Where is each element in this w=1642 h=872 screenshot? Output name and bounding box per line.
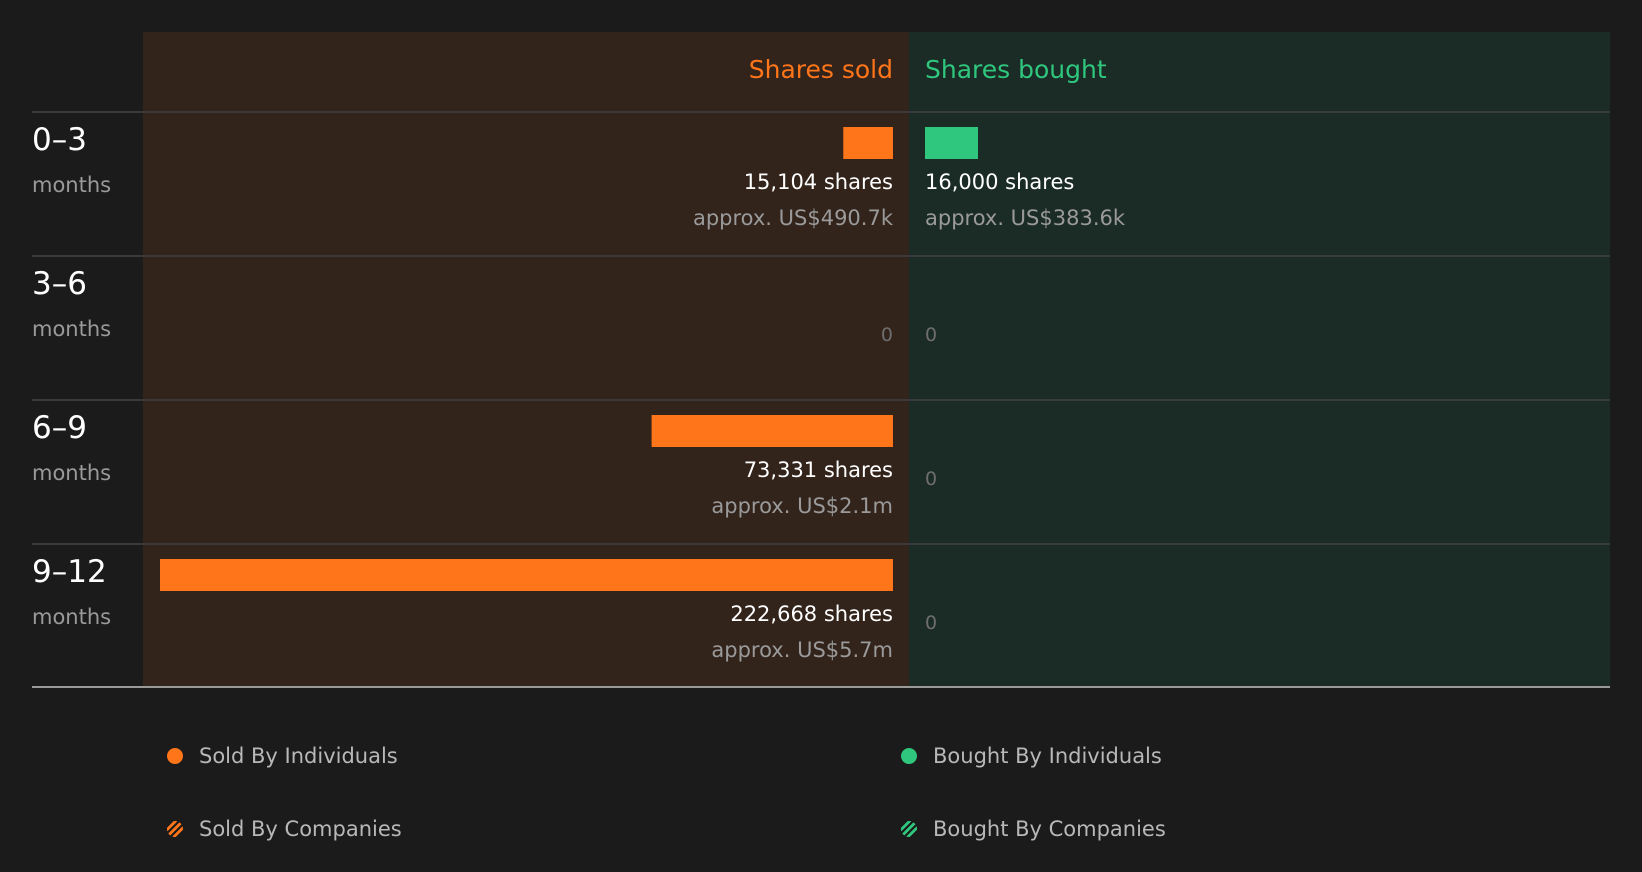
bought-shares-label: 16,000 shares [925,170,1074,194]
row-unit-label: months [32,605,111,629]
row-range-label: 0–3 [32,122,87,158]
bought-value-label: approx. US$383.6k [925,206,1126,230]
row-range-label: 6–9 [32,410,87,446]
bought-panel-bg [909,32,1610,686]
sold-value-label: approx. US$2.1m [711,494,893,518]
row-range-label: 3–6 [32,266,87,302]
sold-column-header: Shares sold [749,55,893,84]
bought-bar [925,127,978,159]
sold-value-label: approx. US$490.7k [693,206,894,230]
row-unit-label: months [32,173,111,197]
sold-bar [160,559,893,591]
sold-zero-label: 0 [881,324,893,346]
sold-bar [843,127,893,159]
insider-trading-chart: Shares sold Shares bought 0–3 months 15,10… [32,32,1610,688]
bought-column-header: Shares bought [925,55,1107,84]
sold-value-label: approx. US$5.7m [711,638,893,662]
bought-zero-label: 0 [925,468,937,490]
row-range-label: 9–12 [32,554,107,590]
row-unit-label: months [32,461,111,485]
bought-zero-label: 0 [925,324,937,346]
sold-shares-label: 15,104 shares [744,170,893,194]
sold-bar [651,415,893,447]
bought-zero-label: 0 [925,612,937,634]
sold-shares-label: 222,668 shares [730,602,893,626]
row-unit-label: months [32,317,111,341]
sold-shares-label: 73,331 shares [744,458,893,482]
